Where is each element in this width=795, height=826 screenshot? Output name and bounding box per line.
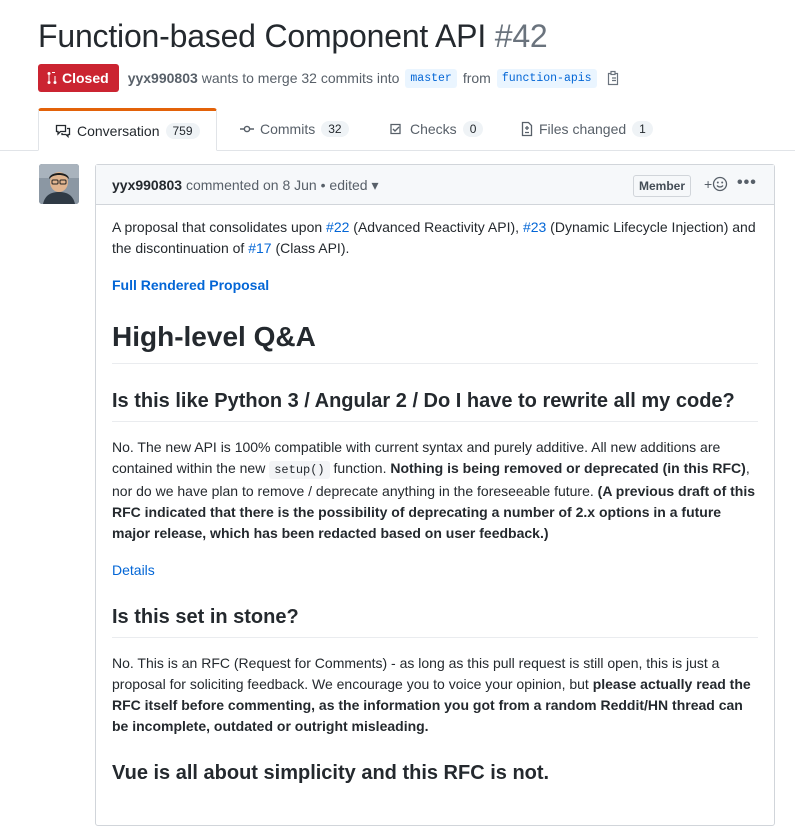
tab-conversation-count: 759 xyxy=(165,122,200,139)
pr-title-text: Function-based Component API xyxy=(38,18,487,54)
intro-text-4: (Class API). xyxy=(271,240,350,256)
pr-tabs: Conversation 759 Commits 32 Checks 0 Fil… xyxy=(0,108,795,151)
answer-2-paragraph: No. This is an RFC (Request for Comments… xyxy=(112,653,758,737)
full-rendered-proposal-link[interactable]: Full Rendered Proposal xyxy=(112,277,269,293)
tab-commits-label: Commits xyxy=(260,120,316,137)
tab-checks-count: 0 xyxy=(462,120,484,137)
link-issue-22[interactable]: #22 xyxy=(326,219,349,235)
tab-files-changed-count: 1 xyxy=(632,120,653,137)
file-diff-icon xyxy=(521,121,533,136)
comment-header-text: yyx990803 commented on 8 Jun • edited ▾ xyxy=(112,177,378,194)
details-link[interactable]: Details xyxy=(112,562,155,578)
avatar[interactable] xyxy=(39,164,79,204)
pr-number: #42 xyxy=(494,18,548,54)
tab-checks[interactable]: Checks 0 xyxy=(388,108,484,149)
heading-simplicity: Vue is all about simplicity and this RFC… xyxy=(112,762,550,784)
rendered-paragraph: Full Rendered Proposal xyxy=(112,275,758,296)
base-branch[interactable]: master xyxy=(405,68,457,88)
heading-rewrite-question: Is this like Python 3 / Angular 2 / Do I… xyxy=(112,389,758,422)
comment-body: A proposal that consolidates upon #22 (A… xyxy=(112,217,758,786)
status-badge: Closed xyxy=(38,64,119,92)
answer-1-bold-1: Nothing is being removed or deprecated (… xyxy=(390,460,746,476)
add-reaction-button[interactable]: + xyxy=(704,176,728,192)
comment-action: commented on 8 Jun xyxy=(185,177,317,193)
intro-text-2: (Advanced Reactivity API), xyxy=(349,219,523,235)
tab-commits[interactable]: Commits 32 xyxy=(240,108,349,149)
tab-conversation[interactable]: Conversation 759 xyxy=(38,108,217,151)
tab-files-changed-label: Files changed xyxy=(539,120,627,137)
heading-set-in-stone: Is this set in stone? xyxy=(112,605,758,638)
heading-high-level-qa: High-level Q&A xyxy=(112,319,758,364)
comment-author[interactable]: yyx990803 xyxy=(112,177,182,193)
details-paragraph: Details xyxy=(112,560,758,581)
from-text: from xyxy=(462,70,491,86)
comment-edited[interactable]: edited xyxy=(329,177,367,193)
pull-request-closed-icon xyxy=(47,72,57,84)
pr-author[interactable]: yyx990803 xyxy=(128,70,198,86)
chevron-down-icon[interactable]: ▾ xyxy=(371,177,378,193)
more-options-button[interactable]: ••• xyxy=(737,174,757,192)
tab-commits-count: 32 xyxy=(321,120,349,137)
link-issue-17[interactable]: #17 xyxy=(248,240,271,256)
commit-icon xyxy=(240,125,254,132)
comment-header: yyx990803 commented on 8 Jun • edited ▾ … xyxy=(96,165,774,205)
comment-discussion-icon xyxy=(55,124,71,138)
pr-title: Function-based Component API #42 xyxy=(38,18,548,55)
checklist-icon xyxy=(390,123,401,134)
answer-1-paragraph: No. The new API is 100% compatible with … xyxy=(112,437,758,544)
setup-code: setup() xyxy=(269,461,330,479)
status-badge-label: Closed xyxy=(62,70,109,86)
clipboard-icon[interactable] xyxy=(607,70,621,86)
plus-icon: + xyxy=(704,176,713,192)
intro-text-1: A proposal that consolidates upon xyxy=(112,219,327,235)
comment-box: yyx990803 commented on 8 Jun • edited ▾ … xyxy=(95,164,775,826)
intro-paragraph: A proposal that consolidates upon #22 (A… xyxy=(112,217,758,259)
tab-files-changed[interactable]: Files changed 1 xyxy=(521,108,653,149)
answer-1-text-2: function. xyxy=(329,460,391,476)
smiley-icon xyxy=(713,176,728,192)
member-badge: Member xyxy=(633,175,692,197)
head-branch[interactable]: function-apis xyxy=(496,68,597,88)
pr-meta: Closed yyx990803 wants to merge 32 commi… xyxy=(38,64,621,92)
merge-text: wants to merge 32 commits into xyxy=(201,70,400,86)
tab-conversation-label: Conversation xyxy=(77,122,160,139)
tab-checks-label: Checks xyxy=(410,120,457,137)
link-issue-23[interactable]: #23 xyxy=(523,219,546,235)
